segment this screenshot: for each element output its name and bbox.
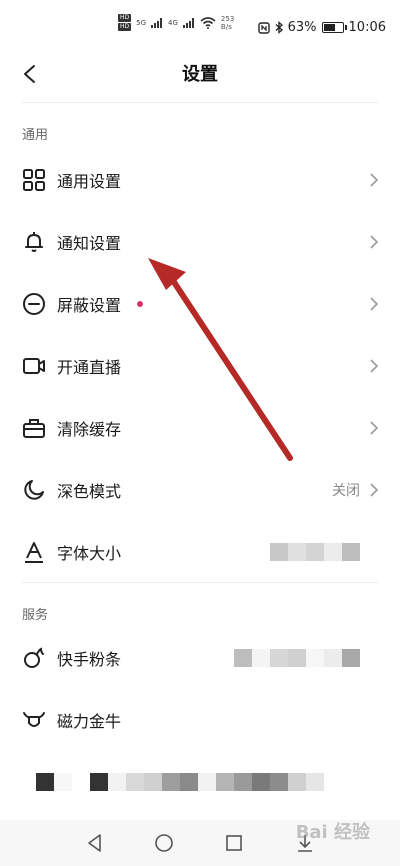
nav-back-icon[interactable] <box>84 832 106 854</box>
annotation-arrow <box>148 258 293 461</box>
nav-recents-icon[interactable] <box>223 832 245 854</box>
nav-home-icon[interactable] <box>153 832 175 854</box>
watermark: Bai 经验 <box>295 822 370 843</box>
